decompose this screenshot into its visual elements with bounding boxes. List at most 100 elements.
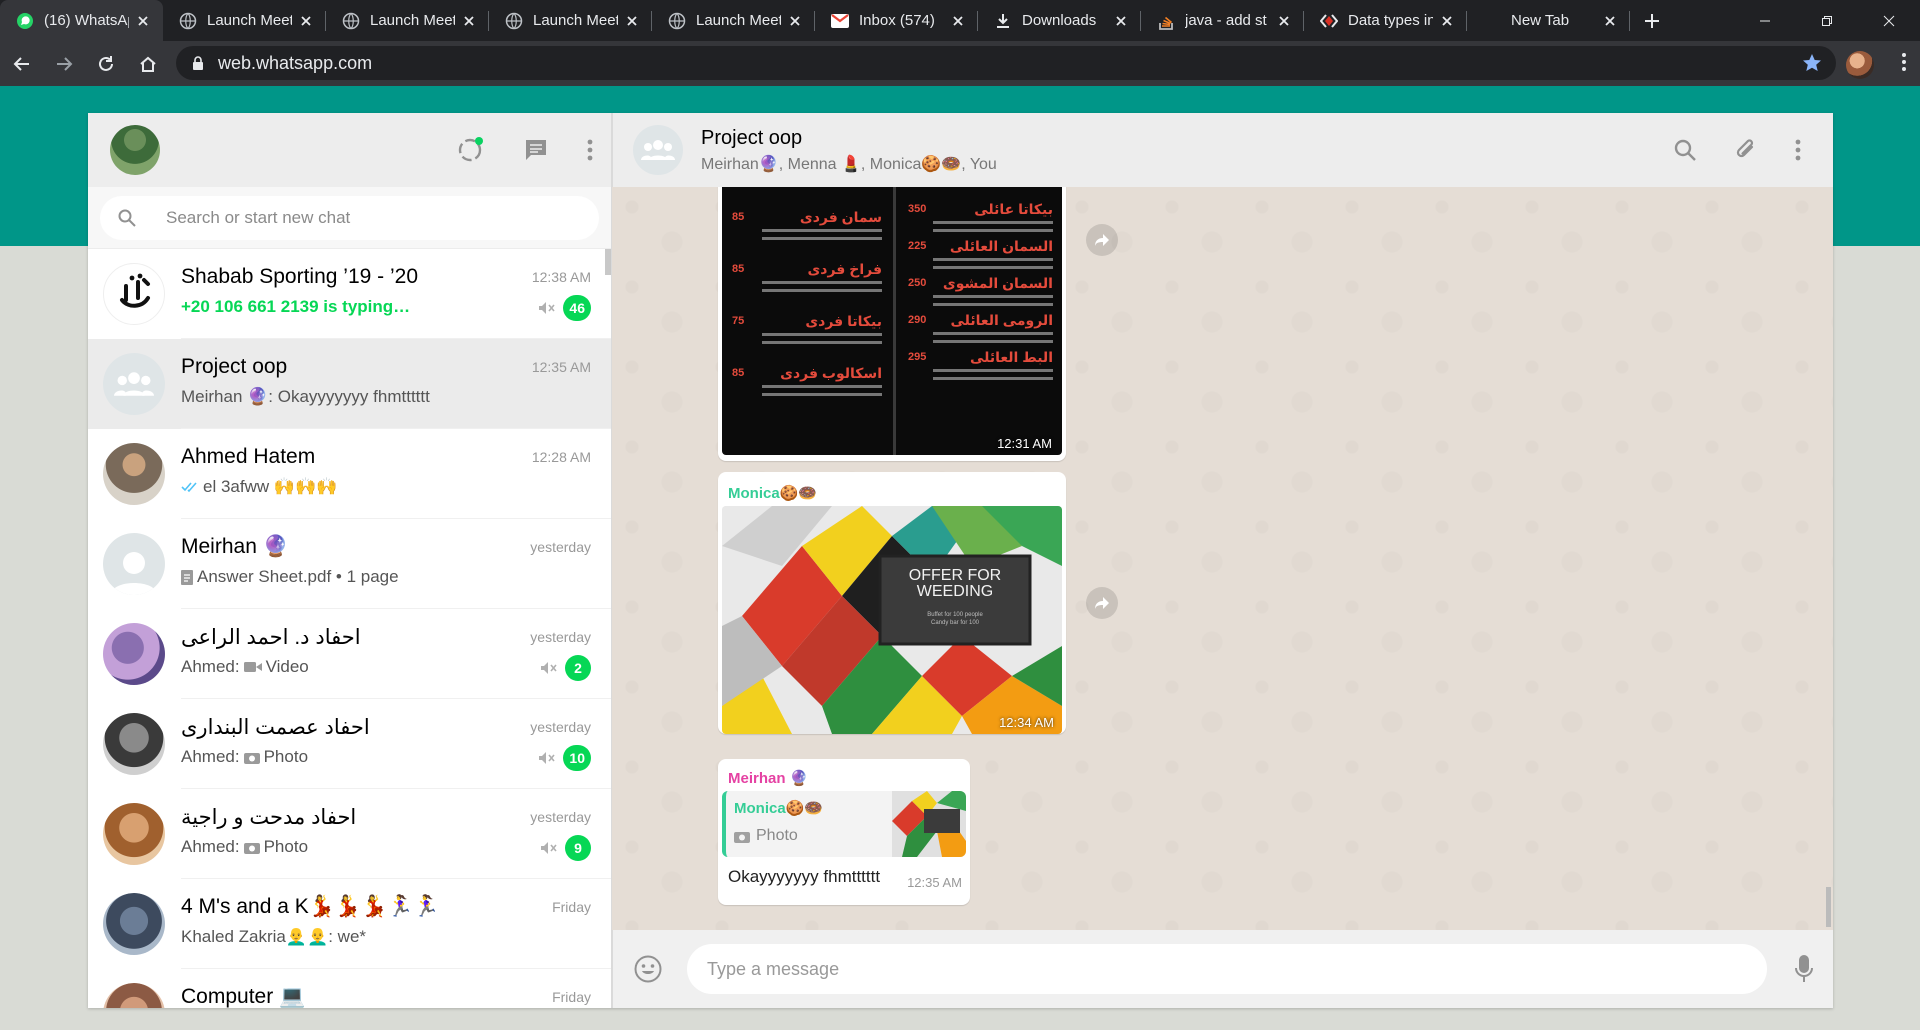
new-tab-button[interactable] [1630,0,1674,41]
browser-tab[interactable]: Launch Meeting [489,0,652,41]
home-button[interactable] [128,44,168,84]
tab-close-icon[interactable] [624,13,640,29]
chat-item[interactable]: احفاد د. احمد الراعى yesterday Ahmed: Video… [88,609,611,699]
reload-button[interactable] [86,44,126,84]
conversation-title: Project oop [701,126,803,149]
tab-close-icon[interactable] [1113,13,1129,29]
chat-item[interactable]: احفاد عصمت البندارى yesterday Ahmed:PhotoA… [88,699,611,789]
sidebar: Shabab Sporting ’19 - ’20 12:38 AM +20 106… [88,113,612,1008]
tab-close-icon[interactable] [1276,13,1292,29]
browser-tab[interactable]: Launch Meeting [326,0,489,41]
tab-close-icon[interactable] [461,13,477,29]
chat-avatar[interactable] [103,533,165,595]
tab-close-icon[interactable] [787,13,803,29]
chat-avatar[interactable] [103,803,165,865]
emoji-button[interactable] [633,954,663,984]
tab-strip: (16) WhatsApp Launch Meeting Launch Meetin… [0,0,1630,41]
whatsapp-icon [16,12,34,30]
conversation-header[interactable]: Project oop Meirhan🔮, Menna 💄, Monica🍪🍩,… [612,113,1833,187]
message-time: 12:31 AM [997,436,1052,451]
menu-image[interactable]: 85 سمان فردى 85 فراخ فردى 75 بيكاتا فردى 85 اسك… [722,187,1062,455]
group-members: Meirhan🔮, Menna 💄, Monica🍪🍩, You [701,155,997,173]
search-container [88,187,611,249]
chat-item[interactable]: 4 M's and a K💃💃💃🏃‍♀️🏃‍♀️ Friday Khaled Zak… [88,879,611,969]
chat-item[interactable]: Project oop 12:35 AM Meirhan 🔮: Okayyyyyyy… [88,339,611,429]
status-icon [458,137,483,162]
chat-item[interactable]: Shabab Sporting ’19 - ’20 12:38 AM +20 106… [88,249,611,339]
menu-right-column: 350 بيكاتا عائلى 225 السمان العائلى 250 السما… [908,201,1053,386]
quoted-message[interactable]: Monica🍪🍩 Photo [722,791,966,857]
sidebar-menu-button[interactable] [587,139,593,161]
minimize-icon [1760,20,1770,21]
bookmark-star-icon[interactable] [1802,53,1822,73]
menu-price: 225 [908,240,927,252]
conversation-menu-button[interactable] [1795,139,1801,161]
minimize-button[interactable] [1734,0,1796,41]
chat-preview-text: el 3afww 🙌🙌🙌 [203,477,338,496]
forward-button[interactable] [44,44,84,84]
forward-button[interactable] [1086,587,1118,619]
group-avatar[interactable] [633,125,683,175]
chat-item[interactable]: Meirhan 🔮 yesterday Answer Sheet.pdf • 1 p… [88,519,611,609]
tab-close-icon[interactable] [298,13,314,29]
address-bar[interactable]: web.whatsapp.com [176,46,1836,80]
chat-item[interactable]: احفاد مدحت و راجية yesterday Ahmed:PhotoAh… [88,789,611,879]
muted-icon [537,749,556,767]
restore-button[interactable] [1796,0,1858,41]
attach-button[interactable] [1733,137,1759,163]
image-message-menu[interactable]: 85 سمان فردى 85 فراخ فردى 75 بيكاتا فردى 85 اسك… [718,187,1066,461]
message-time: 12:34 AM [999,715,1054,730]
search-input[interactable] [166,208,546,228]
browser-tab[interactable]: Downloads [978,0,1141,41]
forward-icon [1095,234,1109,246]
browser-tab[interactable]: Inbox (574) [815,0,978,41]
browser-tab[interactable]: Launch Meeting [652,0,815,41]
chat-name: 4 M's and a K💃💃💃🏃‍♀️🏃‍♀️ [181,895,440,918]
chat-avatar[interactable] [103,713,165,775]
chat-avatar[interactable] [103,263,165,325]
photo-image[interactable]: OFFER FOR WEEDING Buffet for 100 people … [722,506,1062,734]
chat-time: yesterday [530,809,591,825]
reply-message[interactable]: Meirhan 🔮 Monica🍪🍩 Photo Okayyyyyyy fhmt… [718,759,970,905]
profile-avatar[interactable] [1846,51,1874,79]
quoted-thumbnail [892,791,966,857]
chat-avatar[interactable] [103,893,165,955]
back-button[interactable] [2,44,42,84]
tab-close-icon[interactable] [1439,13,1455,29]
menu-price: 295 [908,351,927,363]
arrow-left-icon [13,56,29,71]
photo-message[interactable]: Monica🍪🍩 OFFER FOR WEEDING Buffet for 10… [718,472,1066,734]
my-profile-avatar[interactable] [110,125,160,175]
message-input-box[interactable] [687,944,1767,994]
forward-button[interactable] [1086,224,1118,256]
browser-tab[interactable]: New Tab [1467,0,1630,41]
close-window-button[interactable] [1858,0,1920,41]
chat-item[interactable]: Ahmed Hatem 12:28 AM el 3afww 🙌🙌🙌 [88,429,611,519]
tab-close-icon[interactable] [135,13,151,29]
chat-time: 12:35 AM [531,359,591,375]
tab-close-icon[interactable] [950,13,966,29]
search-box[interactable] [100,196,599,240]
menu-item: 85 فراخ فردى [732,261,882,313]
chat-avatar[interactable] [103,443,165,505]
browser-tab[interactable]: Launch Meeting [163,0,326,41]
poster-subtitle-1: Buffet for 100 people [927,612,983,618]
status-button[interactable] [457,136,485,164]
chat-avatar[interactable] [103,353,165,415]
browser-tab[interactable]: java - add st [1141,0,1304,41]
chat-avatar[interactable] [103,983,165,1008]
browser-tab[interactable]: (16) WhatsApp [0,0,163,41]
chat-item[interactable]: Computer 💻 Friday [88,969,611,1008]
menu-price: 250 [908,277,927,289]
message-scrollbar[interactable] [1826,887,1831,927]
tab-close-icon[interactable] [1602,13,1618,29]
chat-avatar[interactable] [103,623,165,685]
chat-preview-text: Khaled Zakria👨‍🦲👨‍🦲: we* [181,927,367,946]
voice-message-button[interactable] [1795,955,1813,983]
message-input[interactable] [707,958,1767,980]
reload-icon [99,55,113,71]
new-chat-button[interactable] [523,137,549,163]
browser-tab[interactable]: Data types in [1304,0,1467,41]
browser-menu-button[interactable] [1902,53,1906,71]
search-messages-button[interactable] [1673,138,1697,162]
